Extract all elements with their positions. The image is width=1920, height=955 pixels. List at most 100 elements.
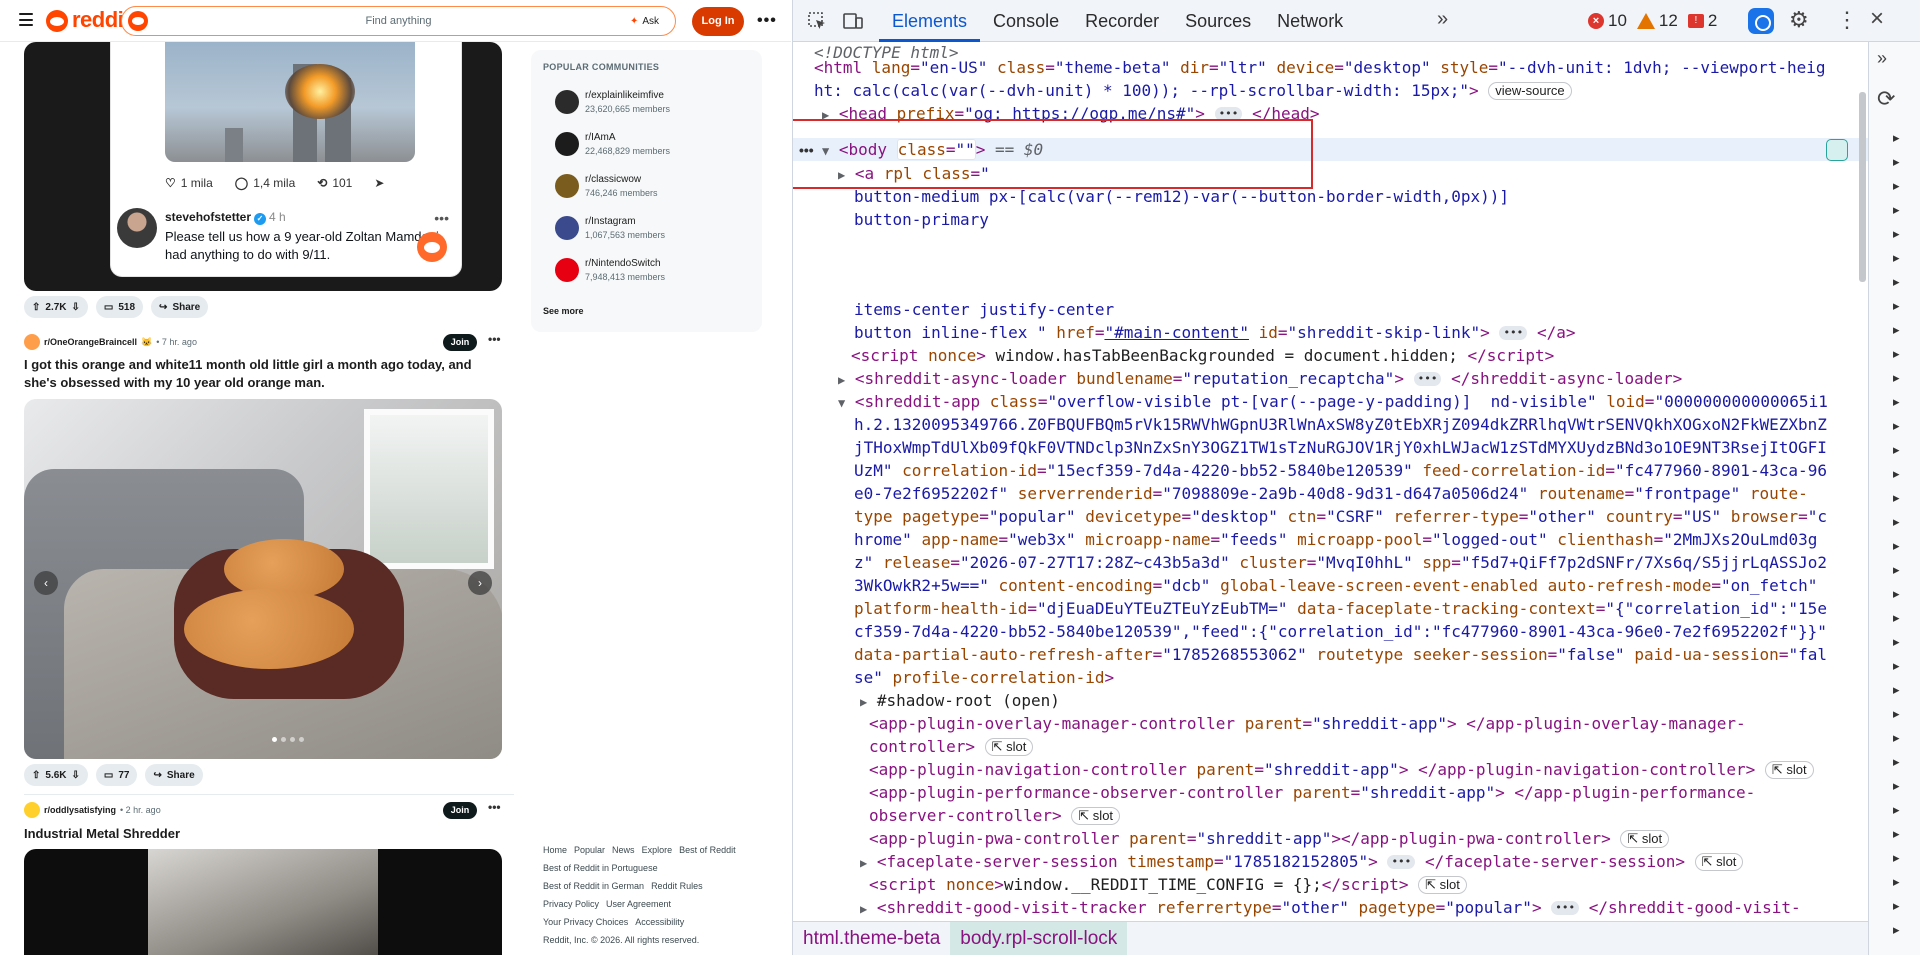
dom-line[interactable]: ▶ #shadow-root (open) [860,690,1060,714]
footer-link[interactable]: User Agreement [606,899,671,909]
chevron-right-icon[interactable]: ▸ [1893,130,1900,146]
dom-line[interactable]: items-center justify-center [854,299,1114,322]
like-count[interactable]: ♡ 1 mila [165,176,213,190]
dom-line[interactable]: ▶ <faceplate-server-session timestamp="1… [860,851,1744,875]
dom-line[interactable]: hrome" app-name="web3x" microapp-name="f… [854,529,1817,552]
dom-line[interactable]: ▶ <shreddit-async-loader bundlename="rep… [838,368,1682,392]
breadcrumb-html[interactable]: html.theme-beta [793,922,950,955]
comments-button[interactable]: ▭ 77 [95,764,138,786]
chevron-right-icon[interactable]: ▸ [1893,514,1900,530]
post-more-icon[interactable]: ••• [488,332,501,346]
dom-line[interactable]: UzM" correlation-id="15ecf359-7d4a-4220-… [854,460,1827,483]
upvote-icon[interactable]: ⇧ [32,770,40,781]
slot-badge[interactable]: ⇱ slot [984,738,1034,756]
carousel-next-icon[interactable]: › [468,571,492,595]
footer-link[interactable]: Best of Reddit in German [543,881,644,891]
issues-counter[interactable]: ! 2 [1687,11,1717,31]
footer-link[interactable]: Reddit Rules [651,881,703,891]
join-button[interactable]: Join [443,334,477,351]
issue-counters[interactable]: × 10 12 ! 2 [1588,11,1717,31]
chevron-right-icon[interactable]: ▸ [1893,826,1900,842]
chevron-right-icon[interactable]: ▸ [1893,754,1900,770]
dom-line[interactable]: jTHoxWmpTdUlXb09fQkF0VTNDclp3NnZxSnY3OGZ… [854,437,1827,460]
dom-line[interactable]: <app-plugin-performance-observer-control… [869,782,1755,805]
dom-line[interactable]: <app-plugin-pwa-controller parent="shred… [869,828,1670,851]
ai-assistance-icon[interactable] [1748,8,1774,34]
share-button[interactable]: ↪ Share [151,296,209,318]
dom-line[interactable]: z" release="2026-07-27T17:28Z~c43b5a3d" … [854,552,1827,575]
dom-line[interactable]: e0-7e2f6952202f" serverrenderid="7098809… [854,483,1808,506]
send-icon[interactable]: ➤ [374,176,384,190]
chevron-right-icon[interactable]: ▸ [1893,586,1900,602]
dom-line[interactable]: button-primary [854,209,989,232]
footer-link[interactable]: Best of Reddit in Portuguese [543,863,658,873]
tab-network[interactable]: Network [1264,0,1356,42]
post-video[interactable] [24,849,502,955]
dom-line[interactable]: ▼ <shreddit-app class="overflow-visible … [838,391,1828,415]
footer-link[interactable]: Home [543,845,567,855]
chevron-right-icon[interactable]: ▸ [1893,178,1900,194]
dom-line[interactable]: button inline-flex " href="#main-content… [854,322,1575,345]
chevron-right-icon[interactable]: ▸ [1893,682,1900,698]
chevron-right-icon[interactable]: ▸ [1893,322,1900,338]
footer-link[interactable]: Accessibility [635,917,684,927]
chevron-right-icon[interactable]: ▸ [1893,154,1900,170]
chevron-right-icon[interactable]: ▸ [1893,802,1900,818]
slot-badge[interactable]: ⇱ slot [1418,876,1467,894]
chevron-right-icon[interactable]: ▸ [1893,610,1900,626]
post-more-icon[interactable]: ••• [488,800,501,814]
dom-line[interactable]: observer-controller> ⇱ slot [869,805,1121,828]
dom-line[interactable]: <app-plugin-navigation-controller parent… [869,759,1814,782]
dom-line[interactable]: <html lang="en-US" class="theme-beta" di… [814,57,1826,80]
dom-scrollbar[interactable] [1859,92,1866,282]
post-title[interactable]: Industrial Metal Shredder [24,825,504,843]
reply-count[interactable]: ◯ 1,4 mila [235,176,295,190]
footer-link[interactable]: Explore [642,845,673,855]
downvote-icon[interactable]: ⇩ [72,302,80,313]
chevron-right-icon[interactable]: ▸ [1893,538,1900,554]
chevron-right-icon[interactable]: ▸ [1893,346,1900,362]
more-tabs-icon[interactable]: » [1437,8,1448,31]
chevron-right-icon[interactable]: ▸ [1893,850,1900,866]
dom-line[interactable]: ht: calc(calc(var(--dvh-unit) * 100)); -… [814,80,1572,103]
chevron-right-icon[interactable]: ▸ [1893,730,1900,746]
expand-pane-icon[interactable]: » [1877,48,1887,69]
tab-elements[interactable]: Elements [879,0,981,42]
dom-tree[interactable]: ••• <!DOCTYPE html> <html lang="en-US" c… [793,42,1868,921]
chevron-right-icon[interactable]: ▸ [1893,658,1900,674]
post-image[interactable]: ‹ › [24,399,502,759]
close-icon[interactable]: × [1870,5,1884,33]
chevron-right-icon[interactable]: ▸ [1893,874,1900,890]
carousel-prev-icon[interactable]: ‹ [34,571,58,595]
slot-badge[interactable]: ⇱ slot [1694,853,1744,871]
post-media[interactable]: ♡ 1 mila ◯ 1,4 mila ⟲ 101 ➤ stevehofstetter… [24,42,502,291]
kebab-menu-icon[interactable]: ⋮ [1836,7,1858,33]
chevron-right-icon[interactable]: ▸ [1893,706,1900,722]
repost-count[interactable]: ⟲ 101 [317,176,352,190]
device-toolbar-icon[interactable] [843,11,863,31]
footer-link[interactable]: Privacy Policy [543,899,599,909]
chevron-right-icon[interactable]: ▸ [1893,634,1900,650]
downvote-icon[interactable]: ⇩ [72,770,80,781]
footer-link[interactable]: Best of Reddit [679,845,736,855]
chevron-right-icon[interactable]: ▸ [1893,298,1900,314]
search-input[interactable]: Find anything [122,15,675,27]
subreddit-link[interactable]: r/OneOrangeBraincell [44,337,137,347]
chevron-right-icon[interactable]: ▸ [1893,490,1900,506]
chevron-right-icon[interactable]: ▸ [1893,466,1900,482]
dom-line[interactable]: type pagetype="popular" devicetype="desk… [854,506,1827,529]
dom-line[interactable]: <script nonce>window.__REDDIT_TIME_CONFI… [869,874,1467,897]
dom-line[interactable]: cf359-7d4a-4220-bb52-5840be120539","feed… [854,621,1827,644]
gear-icon[interactable]: ⚙ [1789,7,1809,33]
chevron-right-icon[interactable]: ▸ [1893,394,1900,410]
chevron-right-icon[interactable]: ▸ [1893,250,1900,266]
dom-line[interactable]: controller> ⇱ slot [869,736,1034,759]
search-bar[interactable]: Find anything ✦ Ask [121,6,676,36]
subreddit-avatar[interactable] [24,334,40,350]
upvote-icon[interactable]: ⇧ [32,302,40,313]
vote-pill[interactable]: ⇧ 5.6K ⇩ [24,764,88,786]
tab-sources[interactable]: Sources [1172,0,1264,42]
slot-badge[interactable]: ⇱ slot [1764,761,1814,779]
dom-line[interactable]: ▶ <shreddit-good-visit-tracker referrert… [860,897,1801,921]
dom-line[interactable]: data-partial-auto-refresh-after="1785268… [854,644,1827,667]
